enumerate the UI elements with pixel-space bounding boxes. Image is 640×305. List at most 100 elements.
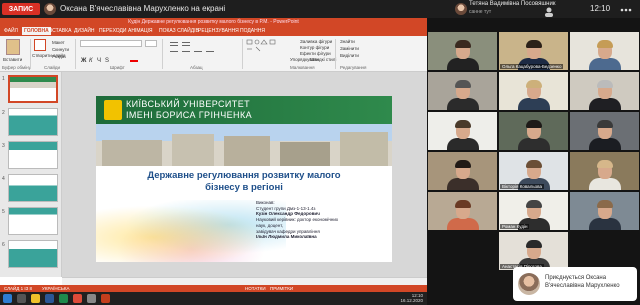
app-icon[interactable] [87,294,96,303]
participant-tile[interactable] [428,32,497,70]
paragraph-controls[interactable] [168,40,238,58]
participant-tile[interactable] [570,72,639,110]
select-button[interactable]: Виділити [340,53,359,58]
svg-text:Ч: Ч [97,58,101,63]
word-icon[interactable] [45,294,54,303]
shared-screen: Кудін Державне регулювання розвитку мало… [0,18,427,305]
tab-review[interactable]: РЕЦЕНЗУВАННЯ [196,27,241,35]
quick-styles-button[interactable]: Швидкі стилі [310,57,336,62]
clock: 12:10 [590,4,611,13]
search-icon[interactable] [17,294,26,303]
tab-view[interactable]: ПОДАННЯ [238,27,267,35]
participant-tile[interactable] [499,112,568,150]
os-taskbar: 12:10 16.12.2020 [0,292,427,305]
slide-number: 4 [2,176,5,182]
slide-title-line1: Державне регулювання розвитку малого [147,170,341,181]
shape-effects-button[interactable]: Ефекти фігури [300,51,331,56]
new-slide-icon[interactable] [34,39,46,51]
participant-tile[interactable]: Вікторія Ковальова [499,152,568,190]
speaker-avatar [455,3,467,15]
svg-text:Ж: Ж [80,58,87,63]
participant-tile[interactable] [570,152,639,190]
participant-tile[interactable]: Анастасія Пірогова [499,232,568,270]
explorer-icon[interactable] [31,294,40,303]
divider [242,39,243,69]
excel-icon[interactable] [59,294,68,303]
shape-outline-button[interactable]: Контур фігури [300,45,329,50]
status-notes-button[interactable]: НОТАТКИ [245,286,266,291]
participant-tile[interactable] [428,192,497,230]
participant-name: Роман Кудін [500,224,530,229]
layout-button[interactable]: Макет [52,40,65,45]
paste-button[interactable]: Вставити [3,57,22,62]
divider [162,39,163,69]
participant-tile[interactable] [428,152,497,190]
divider [75,39,76,69]
participant-tile[interactable] [570,112,639,150]
tab-slideshow[interactable]: ПОКАЗ СЛАЙДІВ [157,27,201,35]
reset-button[interactable]: Скинути [52,47,69,52]
slide-author-info: Виконав: Студент групи Дмз-1-13-1.4з Куз… [256,200,388,240]
font-name-box[interactable] [80,40,142,47]
divider [335,39,336,69]
info-line: Ільїн Людмила Миколаївна [256,234,317,240]
participant-tile[interactable] [570,32,639,70]
slide-title-line2: бізнесу в регіоні [205,182,283,193]
record-label: ЗАПИС [8,5,34,13]
section-button[interactable]: Розділ [52,54,65,59]
join-notification[interactable]: Приєднується Оксана В'ячеславівна Марухл… [513,267,637,301]
editing-group-label: Редагування [340,65,367,70]
divider [30,39,31,69]
slide-number: 6 [2,242,5,248]
join-line1: Приєднується Оксана [545,275,607,281]
tab-design[interactable]: ДИЗАЙН [72,27,97,35]
slide-thumbnail[interactable] [8,108,58,136]
current-slide[interactable]: КИЇВСЬКИЙ УНІВЕРСИТЕТ ІМЕНІ БОРИСА ГРІНЧ… [96,96,392,262]
sharer-text: Оксана В'ячеславівна Марухленко на екран… [60,4,226,13]
start-icon[interactable] [3,294,12,303]
tab-animation[interactable]: АНІМАЦІЯ [126,27,155,35]
slide-number: 2 [2,110,5,116]
taskbar-date: 16.12.2020 [400,298,423,303]
browser-icon[interactable] [73,294,82,303]
find-button[interactable]: Знайти [340,39,355,44]
slide-banner: КИЇВСЬКИЙ УНІВЕРСИТЕТ ІМЕНІ БОРИСА ГРІНЧ… [96,96,392,124]
slide-thumbnail[interactable] [8,207,58,235]
slide-title: Державне регулювання розвитку малого біз… [116,170,372,194]
participant-tile[interactable] [428,112,497,150]
replace-button[interactable]: Замінити [340,46,359,51]
slide-number: 5 [2,209,5,215]
slides-group-label: Слайди [44,65,61,70]
slide-thumbnail[interactable] [8,174,58,202]
paste-icon[interactable] [6,39,20,55]
notes-pane[interactable] [62,277,427,285]
shapes-gallery[interactable] [246,39,286,55]
tab-insert[interactable]: ВСТАВКА [47,27,73,35]
participant-tile[interactable]: Роман Кудін [499,192,568,230]
participant-name: Вікторія Ковальова [500,184,545,189]
slide-thumbnail[interactable] [8,141,58,169]
svg-text:К: К [89,58,93,63]
slide-thumbnail-pane: 1 2 3 4 5 6 [0,72,62,277]
font-format-row[interactable]: ЖКЧS [80,50,158,64]
participant-tile[interactable]: Ольга Кацабурова-Бедзенко [499,32,568,70]
people-icon[interactable] [543,4,555,17]
university-name-line2: ІМЕНІ БОРИСА ГРІНЧЕНКА [126,110,253,120]
join-line2: В'ячеславівна Марухленко [545,282,620,289]
powerpoint-icon[interactable] [101,294,110,303]
participant-tile[interactable] [428,72,497,110]
status-comments-button[interactable]: ПРИМІТКИ [270,286,293,291]
more-options-icon[interactable] [618,3,634,15]
slide-thumbnail[interactable] [8,240,58,268]
slide-edit-area: КИЇВСЬКИЙ УНІВЕРСИТЕТ ІМЕНІ БОРИСА ГРІНЧ… [62,72,427,277]
slide-thumbnail[interactable] [8,75,58,103]
font-size-box[interactable] [145,40,157,47]
participant-tile[interactable] [499,72,568,110]
taskbar-clock: 12:10 16.12.2020 [400,293,423,303]
tab-file[interactable]: ФАЙЛ [2,27,20,35]
status-language: УКРАЇНСЬКА [42,286,70,291]
tab-transitions[interactable]: ПЕРЕХОДИ [97,27,129,35]
ribbon-tab-bar: ФАЙЛ ГОЛОВНА ВСТАВКА ДИЗАЙН ПЕРЕХОДИ АНІ… [0,26,427,36]
participant-tile[interactable] [570,192,639,230]
shape-fill-button[interactable]: Заливка фігури [300,39,332,44]
